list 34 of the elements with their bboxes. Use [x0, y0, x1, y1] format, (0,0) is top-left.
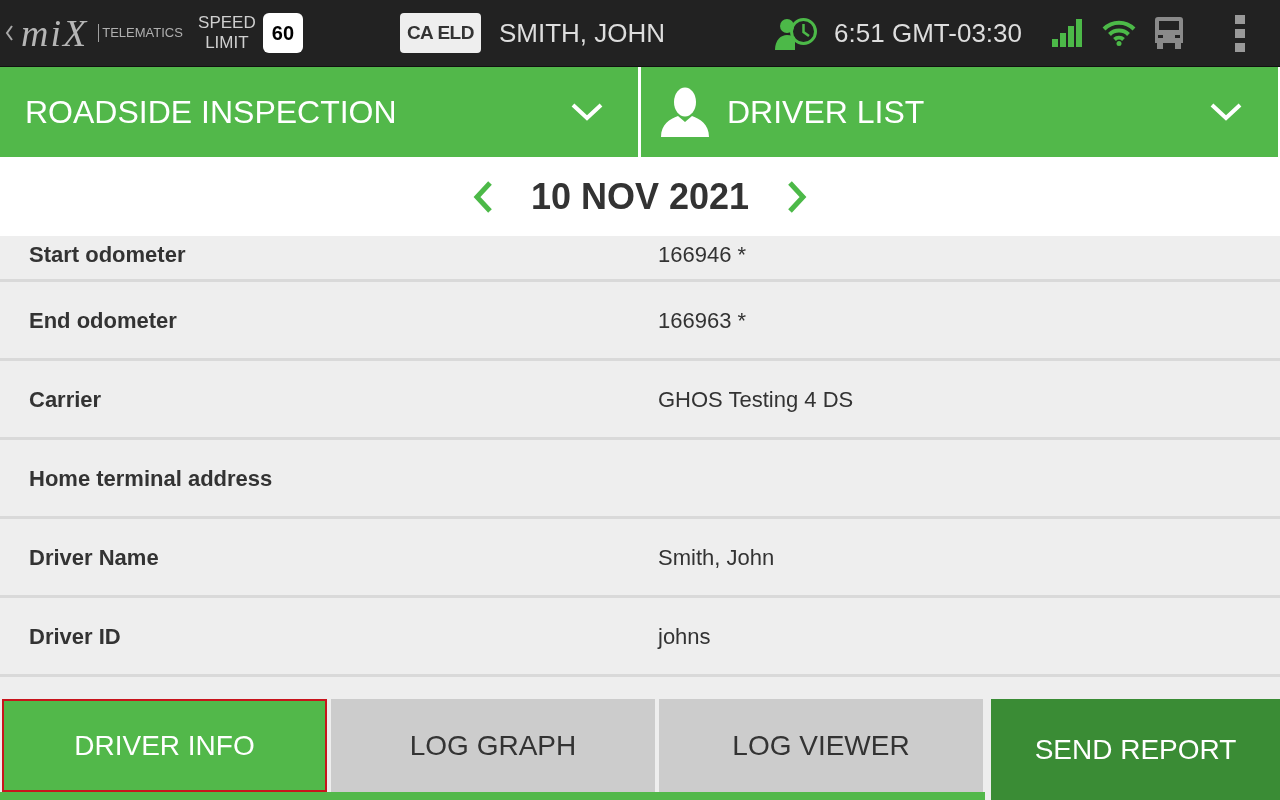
logo-wordmark: miX [21, 14, 89, 52]
dropdown[interactable]: DRIVER LIST [641, 67, 1278, 157]
driver-name: SMITH, JOHN [498, 16, 666, 50]
speed-limit-label: SPEED LIMIT [197, 13, 257, 53]
chevron-down-icon [571, 103, 603, 121]
logo-tagline: TELEMATICS [98, 24, 183, 42]
field-label: Driver ID [29, 623, 121, 649]
field-label: End odometer [29, 307, 177, 333]
wifi-icon [1102, 20, 1136, 46]
field-value: 166946 * [658, 241, 747, 269]
tab[interactable]: DRIVER INFO [2, 699, 327, 792]
field-value: Smith, John [658, 543, 775, 572]
clock-time: 6:51 GMT-03:30 [834, 16, 1022, 50]
chevron-down-icon [1210, 103, 1242, 121]
date-label: 10 NOV 2021 [530, 174, 750, 219]
person-clock-icon [775, 16, 818, 50]
field-value: johns [658, 622, 711, 651]
truck-icon [1155, 17, 1183, 49]
signal-icon [1052, 19, 1084, 47]
tab[interactable]: LOG VIEWER [659, 699, 983, 792]
field-label: Start odometer [29, 242, 186, 267]
send-report-button[interactable]: SEND REPORT [991, 699, 1280, 800]
field-value: GHOS Testing 4 DS [658, 385, 854, 414]
eld-badge: CA ELD [399, 13, 481, 53]
field-label: Home terminal address [29, 465, 273, 491]
field-label: Driver Name [29, 544, 159, 570]
person-icon [661, 87, 709, 137]
menu-icon[interactable] [1235, 14, 1245, 52]
field-label: Carrier [29, 386, 102, 412]
tab[interactable]: LOG GRAPH [331, 699, 655, 792]
dropdown[interactable]: ROADSIDE INSPECTION [0, 67, 638, 157]
field-value: 166963 * [658, 306, 747, 335]
back-icon[interactable] [5, 25, 13, 41]
speed-limit-value: 60 [262, 13, 303, 53]
